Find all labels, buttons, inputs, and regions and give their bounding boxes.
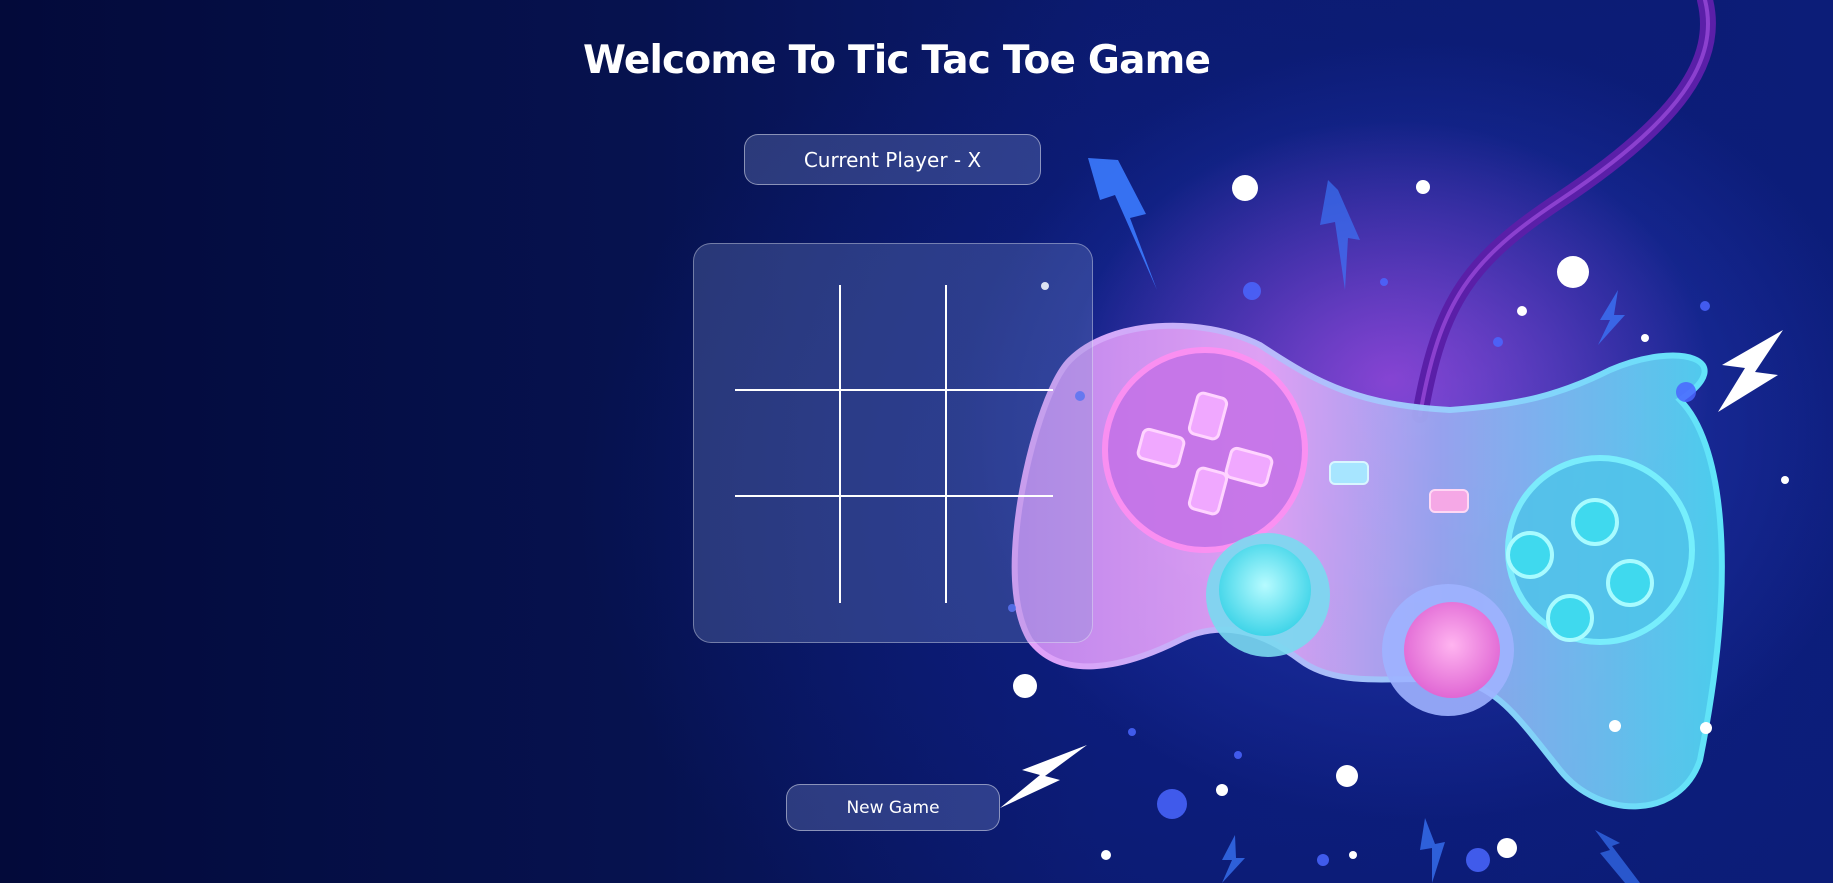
game-board [735,285,1053,603]
board-cell-9[interactable] [947,497,1053,603]
board-cell-6[interactable] [947,391,1053,497]
board-cell-4[interactable] [735,391,841,497]
board-cell-8[interactable] [841,497,947,603]
board-cell-7[interactable] [735,497,841,603]
board-cell-1[interactable] [735,285,841,391]
new-game-button[interactable]: New Game [786,784,1000,831]
board-cell-2[interactable] [841,285,947,391]
game-board-card [693,243,1093,643]
current-player-status: Current Player - X [744,134,1041,185]
board-cell-5[interactable] [841,391,947,497]
page-title: Welcome To Tic Tac Toe Game [583,38,1211,83]
board-cell-3[interactable] [947,285,1053,391]
